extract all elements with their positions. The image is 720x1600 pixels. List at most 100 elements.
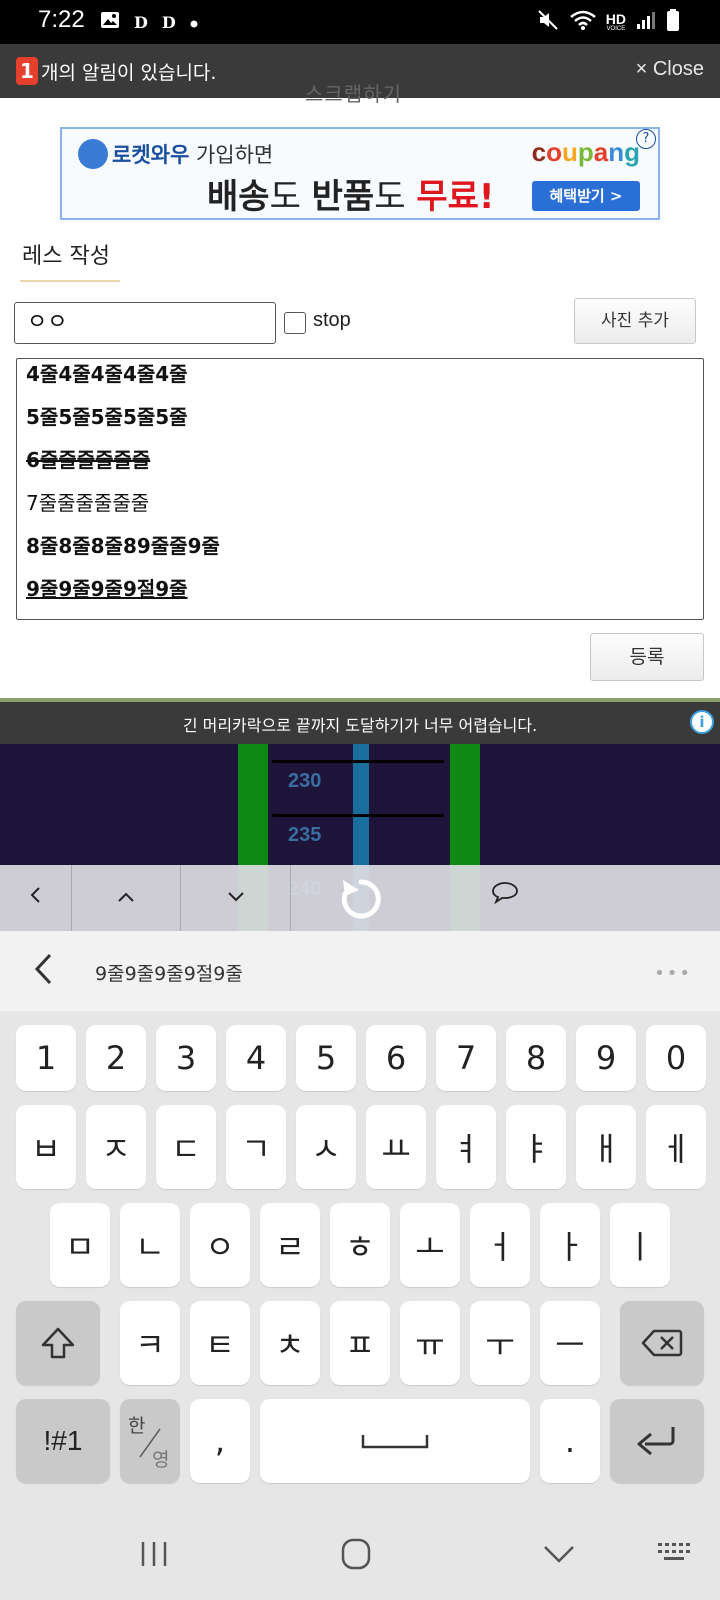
key-tieut[interactable]: ㅌ bbox=[190, 1301, 250, 1385]
key-4[interactable]: 4 bbox=[226, 1025, 286, 1091]
ad-headline-rest: 가입하면 bbox=[189, 143, 274, 167]
coupang-ad-banner[interactable]: 로켓와우 가입하면 배송도 반품도 무료! coupang ? 혜택받기 > bbox=[60, 127, 660, 220]
status-left-icons: D D bbox=[100, 10, 198, 34]
search-query-bar: 9줄9줄9줄9절9줄 ••• bbox=[0, 931, 720, 1011]
voice-label: VOICE bbox=[606, 26, 626, 32]
key-yeo[interactable]: ㅕ bbox=[436, 1105, 496, 1189]
reply-form-title: 레스 작성 bbox=[22, 244, 110, 269]
key-6[interactable]: 6 bbox=[366, 1025, 426, 1091]
ad-help-icon[interactable]: ? bbox=[636, 129, 656, 149]
refresh-icon[interactable] bbox=[338, 874, 384, 924]
symbols-key[interactable]: !#1 bbox=[16, 1399, 110, 1483]
name-input[interactable]: ㅇㅇ bbox=[14, 302, 276, 344]
keyboard: 1 2 3 4 5 6 7 8 9 0 ㅂ ㅈ ㄷ ㄱ ㅅ ㅛ ㅕ ㅑ ㅐ ㅔ … bbox=[0, 1011, 720, 1503]
ad-headline: 로켓와우 가입하면 bbox=[112, 139, 273, 169]
key-2[interactable]: 2 bbox=[86, 1025, 146, 1091]
key-pieup[interactable]: ㅍ bbox=[330, 1301, 390, 1385]
enter-key[interactable] bbox=[610, 1399, 704, 1483]
key-9[interactable]: 9 bbox=[576, 1025, 636, 1091]
key-0[interactable]: 0 bbox=[646, 1025, 706, 1091]
backspace-key[interactable] bbox=[620, 1301, 704, 1385]
ad-cta-button[interactable]: 혜택받기 > bbox=[532, 181, 640, 211]
lang-english-label: 영 bbox=[152, 1449, 170, 1471]
add-photo-button[interactable]: 사진 추가 bbox=[574, 298, 696, 344]
mute-icon bbox=[536, 8, 560, 36]
more-options-icon[interactable]: ••• bbox=[654, 963, 692, 984]
back-arrow-icon[interactable] bbox=[30, 949, 60, 989]
key-a[interactable]: ㅏ bbox=[540, 1203, 600, 1287]
key-ieung[interactable]: ㅇ bbox=[190, 1203, 250, 1287]
key-e[interactable]: ㅔ bbox=[646, 1105, 706, 1189]
key-siot[interactable]: ㅅ bbox=[296, 1105, 356, 1189]
recent-apps-icon[interactable] bbox=[138, 1539, 170, 1569]
chevron-down-icon bbox=[227, 892, 244, 902]
scrap-link-partial: 스크랩하기 bbox=[305, 82, 402, 106]
key-chieut[interactable]: ㅊ bbox=[260, 1301, 320, 1385]
previous-button[interactable] bbox=[0, 865, 72, 931]
stop-checkbox[interactable] bbox=[284, 312, 306, 334]
comment-button[interactable] bbox=[475, 865, 535, 931]
key-eo[interactable]: ㅓ bbox=[470, 1203, 530, 1287]
textarea-line: 5줄5줄5줄5줄5줄 bbox=[26, 405, 188, 429]
status-bar: 7:22 D D HD VOICE bbox=[0, 0, 720, 44]
period-key[interactable]: . bbox=[540, 1399, 600, 1483]
rocket-icon bbox=[78, 139, 108, 169]
game-ad-scale-value: 235 bbox=[288, 824, 322, 846]
space-key[interactable] bbox=[260, 1399, 530, 1483]
coupang-logo: coupang bbox=[531, 137, 640, 167]
game-ad-scale-value: 230 bbox=[288, 770, 322, 792]
key-bieup[interactable]: ㅂ bbox=[16, 1105, 76, 1189]
notification-close-button[interactable]: × Close bbox=[636, 58, 704, 81]
notification-count-badge: 1 bbox=[16, 57, 38, 85]
ad-info-icon[interactable]: i bbox=[690, 710, 714, 734]
key-jieut[interactable]: ㅈ bbox=[86, 1105, 146, 1189]
stop-label[interactable]: stop bbox=[313, 309, 351, 332]
find-down-button[interactable] bbox=[181, 865, 291, 931]
key-o[interactable]: ㅗ bbox=[400, 1203, 460, 1287]
home-icon[interactable] bbox=[340, 1537, 372, 1571]
key-nieun[interactable]: ㄴ bbox=[120, 1203, 180, 1287]
key-yu[interactable]: ㅠ bbox=[400, 1301, 460, 1385]
key-5[interactable]: 5 bbox=[296, 1025, 356, 1091]
search-query-text[interactable]: 9줄9줄9줄9절9줄 bbox=[95, 959, 243, 986]
key-digeut[interactable]: ㄷ bbox=[156, 1105, 216, 1189]
ad-subheadline: 배송도 반품도 무료! bbox=[207, 169, 494, 218]
key-ae[interactable]: ㅐ bbox=[576, 1105, 636, 1189]
key-u[interactable]: ㅜ bbox=[470, 1301, 530, 1385]
chevron-up-icon bbox=[118, 892, 134, 902]
ad-text-also1: 도 bbox=[269, 177, 312, 217]
textarea-line: 4줄4줄4줄4줄4줄 bbox=[26, 362, 188, 386]
ad-text-shipping: 배송 bbox=[207, 177, 270, 217]
language-toggle-key[interactable]: 한 영 bbox=[120, 1399, 180, 1483]
slash-icon bbox=[139, 1428, 161, 1458]
game-ad-rung bbox=[272, 814, 444, 817]
space-bar-icon bbox=[361, 1435, 429, 1449]
game-ad-title-bar: 긴 머리카락으로 끝까지 도달하기가 너무 어렵습니다. i bbox=[0, 702, 720, 744]
find-up-button[interactable] bbox=[72, 865, 181, 931]
image-icon bbox=[100, 11, 120, 33]
keyboard-icon[interactable] bbox=[656, 1541, 692, 1567]
textarea-line: 7줄줄줄줄줄줄 bbox=[26, 491, 150, 515]
wifi-icon bbox=[569, 9, 596, 35]
key-7[interactable]: 7 bbox=[436, 1025, 496, 1091]
key-yo[interactable]: ㅛ bbox=[366, 1105, 426, 1189]
key-rieul[interactable]: ㄹ bbox=[260, 1203, 320, 1287]
notification-text[interactable]: 개의 알림이 있습니다. bbox=[41, 58, 216, 85]
chevron-left-icon bbox=[30, 887, 40, 903]
status-time: 7:22 bbox=[38, 6, 85, 33]
shift-key[interactable] bbox=[16, 1301, 100, 1385]
reply-textarea[interactable]: 4줄4줄4줄4줄4줄 5줄5줄5줄5줄5줄 6줄줄줄줄줄줄 7줄줄줄줄줄줄 8줄… bbox=[16, 358, 704, 620]
key-8[interactable]: 8 bbox=[506, 1025, 566, 1091]
back-chevron-icon[interactable] bbox=[542, 1543, 576, 1565]
key-hieut[interactable]: ㅎ bbox=[330, 1203, 390, 1287]
key-1[interactable]: 1 bbox=[16, 1025, 76, 1091]
key-ya[interactable]: ㅑ bbox=[506, 1105, 566, 1189]
key-i[interactable]: ㅣ bbox=[610, 1203, 670, 1287]
comma-key[interactable]: , bbox=[190, 1399, 250, 1483]
key-3[interactable]: 3 bbox=[156, 1025, 216, 1091]
key-eu[interactable]: ㅡ bbox=[540, 1301, 600, 1385]
submit-button[interactable]: 등록 bbox=[590, 633, 704, 681]
key-mieum[interactable]: ㅁ bbox=[50, 1203, 110, 1287]
key-giyeok[interactable]: ㄱ bbox=[226, 1105, 286, 1189]
key-kieuk[interactable]: ㅋ bbox=[120, 1301, 180, 1385]
